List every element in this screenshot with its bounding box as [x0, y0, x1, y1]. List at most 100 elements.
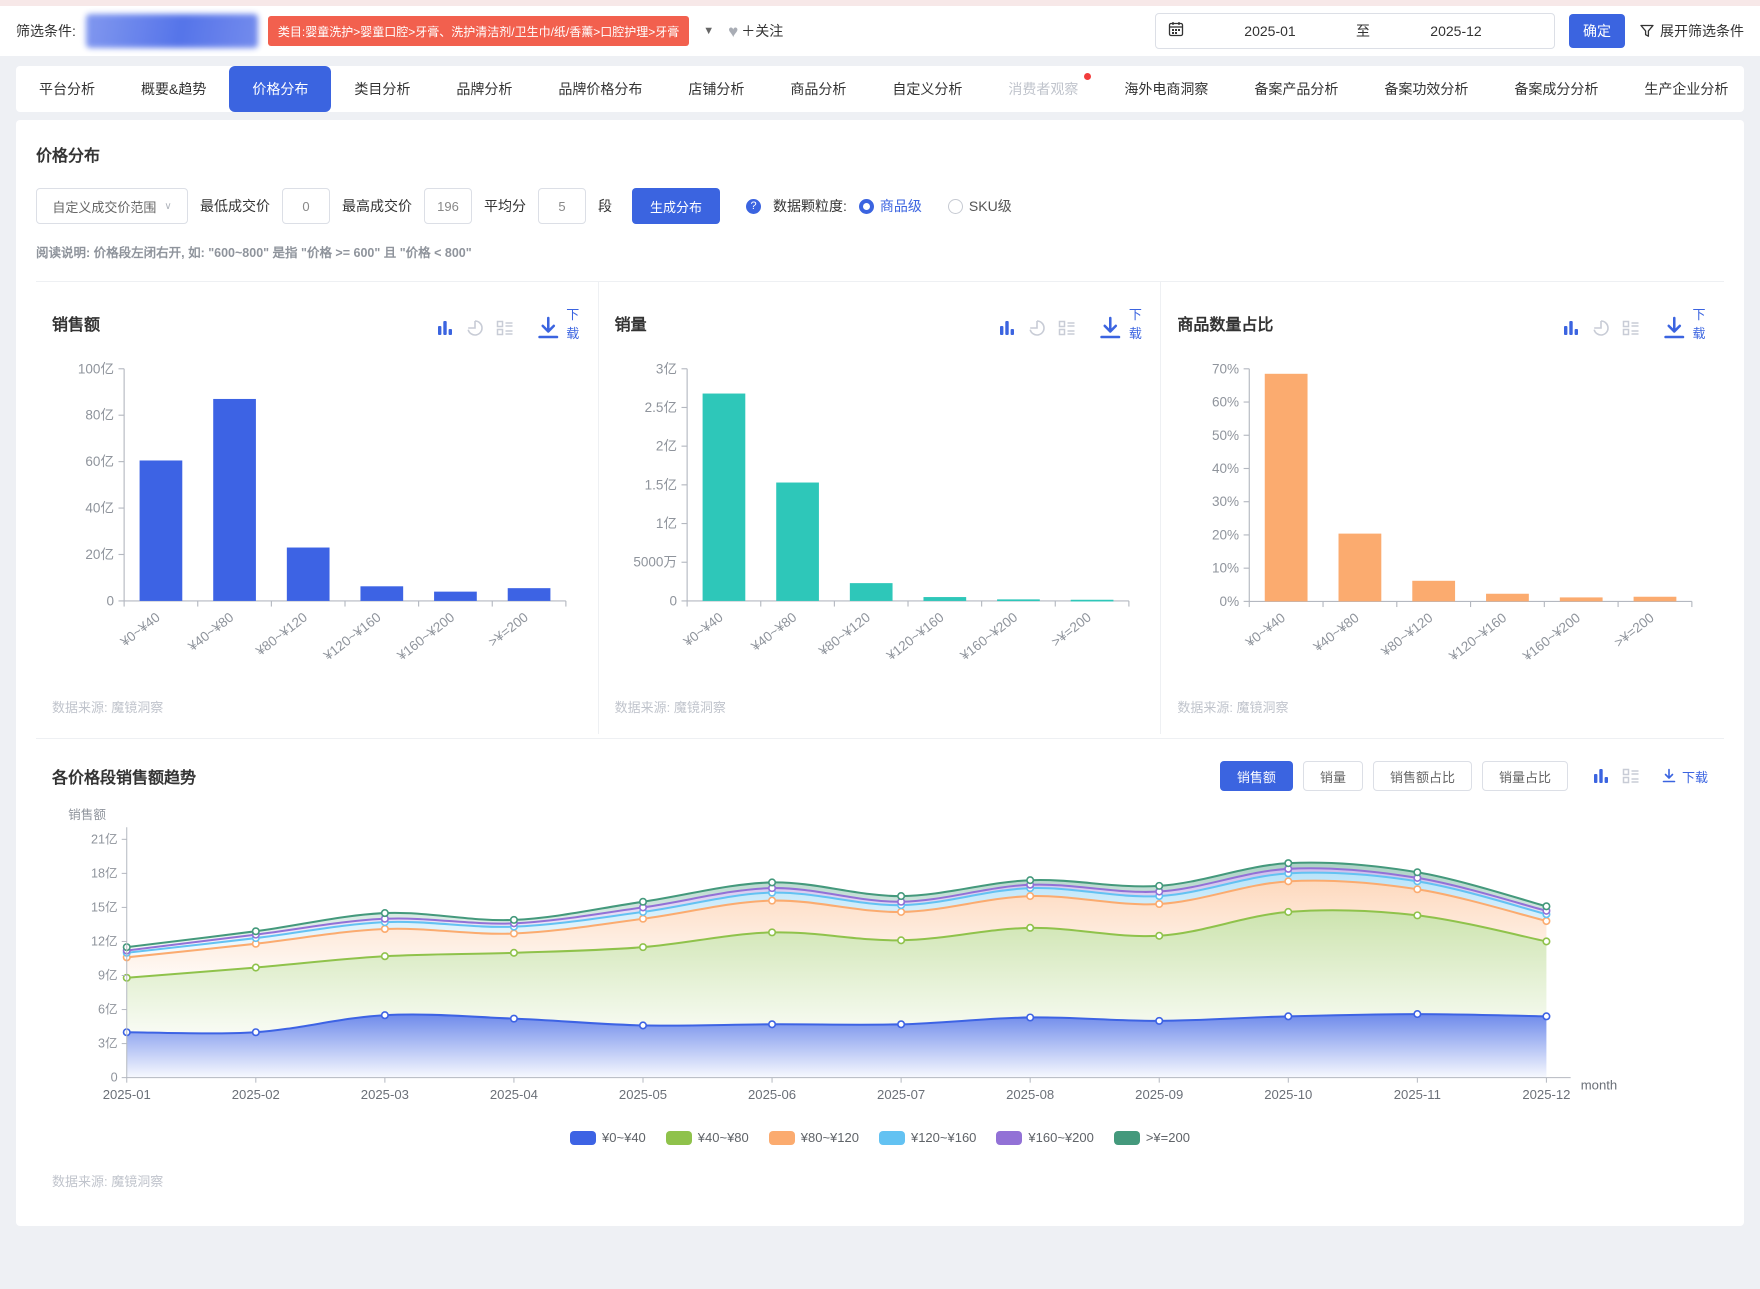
svg-text:80亿: 80亿	[85, 407, 114, 422]
radio-icon	[947, 198, 963, 214]
svg-text:0: 0	[111, 1071, 118, 1085]
bar-chart-icon[interactable]	[436, 309, 454, 337]
svg-text:100亿: 100亿	[78, 361, 114, 376]
tab-3[interactable]: 类目分析	[331, 66, 433, 112]
svg-text:6亿: 6亿	[98, 1003, 118, 1017]
legend-item-3[interactable]: ¥120~¥160	[878, 1130, 976, 1145]
legend-swatch	[570, 1130, 597, 1145]
price-range-select[interactable]: 自定义成交价范围	[36, 188, 188, 224]
segments-input[interactable]	[538, 188, 586, 224]
tab-1[interactable]: 概要&趋势	[118, 66, 229, 112]
date-range-picker[interactable]: 至	[1155, 13, 1555, 49]
follow-label: ＋关注	[741, 23, 784, 39]
svg-text:40%: 40%	[1212, 461, 1239, 476]
date-start-field[interactable]	[1184, 23, 1356, 39]
svg-text:0: 0	[106, 593, 114, 608]
keyword-input-blurred[interactable]	[85, 14, 258, 48]
sales-amount-panel: 销售额 下载 0 20亿 40亿 60亿 80亿 100亿 ¥0~¥40 ¥40~¥80 ¥80…	[36, 282, 599, 735]
segments-unit-label: 段	[598, 198, 612, 214]
download-button[interactable]: 下载	[1096, 304, 1144, 343]
sales-volume-panel: 销量 下载 0 5000万 1亿 1.5亿 2亿 2.5亿 3亿 ¥0~¥40 ¥40~¥80 ¥…	[599, 282, 1162, 735]
trend-metric-button-2[interactable]: 销售额占比	[1372, 761, 1472, 792]
notification-dot	[1084, 73, 1092, 80]
svg-text:¥0~¥40: ¥0~¥40	[117, 609, 163, 649]
datasource-label: 数据来源: 魔镜洞察	[52, 1174, 164, 1190]
svg-text:¥120~¥160: ¥120~¥160	[320, 609, 384, 663]
chevron-down-icon	[164, 201, 171, 212]
product-count-share-bar-chart: 0% 10% 20% 30% 40% 50% 60% 70% ¥0~¥40 ¥40~¥80 ¥80~…	[1212, 361, 1693, 664]
price-range-select-value: 自定义成交价范围	[52, 199, 157, 215]
max-price-input[interactable]	[424, 188, 472, 224]
trend-metric-button-3[interactable]: 销量占比	[1481, 761, 1568, 792]
tab-12[interactable]: 备案功效分析	[1361, 66, 1491, 112]
svg-text:2025-03: 2025-03	[361, 1087, 409, 1102]
legend-item-5[interactable]: >¥=200	[1113, 1130, 1190, 1145]
follow-button[interactable]: ＋关注	[728, 21, 783, 41]
pie-chart-icon[interactable]	[466, 309, 484, 337]
svg-text:2.5亿: 2.5亿	[644, 400, 676, 415]
legend-swatch	[878, 1130, 905, 1145]
trend-metric-button-1[interactable]: 销量	[1302, 761, 1363, 792]
legend-item-4[interactable]: ¥160~¥200	[996, 1130, 1094, 1145]
chevron-down-icon[interactable]	[699, 25, 718, 37]
download-button[interactable]: 下载	[534, 304, 582, 343]
reading-note: 阅读说明: 价格段左闭右开, 如: "600~800" 是指 "价格 >= 60…	[36, 246, 472, 260]
legend-item-1[interactable]: ¥40~¥80	[665, 1130, 749, 1145]
confirm-button[interactable]: 确定	[1569, 14, 1625, 48]
help-icon[interactable]	[746, 198, 762, 214]
tab-13[interactable]: 备案成分分析	[1491, 66, 1621, 112]
tab-10[interactable]: 海外电商洞察	[1101, 66, 1231, 112]
tab-7[interactable]: 商品分析	[767, 66, 869, 112]
datasource-label: 数据来源: 魔镜洞察	[614, 699, 726, 715]
tab-0[interactable]: 平台分析	[16, 66, 118, 112]
topbar-right: 至 确定 展开筛选条件	[1155, 13, 1744, 49]
granularity-radio-1[interactable]: SKU级	[947, 196, 1012, 216]
table-view-icon[interactable]	[1622, 309, 1640, 337]
generate-distribution-button[interactable]: 生成分布	[632, 188, 721, 224]
svg-text:2025-05: 2025-05	[619, 1087, 667, 1102]
bar-chart-icon[interactable]	[1592, 767, 1610, 785]
date-end-field[interactable]	[1370, 23, 1542, 39]
table-view-icon[interactable]	[1058, 309, 1076, 337]
svg-text:¥40~¥80: ¥40~¥80	[1310, 610, 1362, 655]
pie-chart-icon[interactable]	[1028, 309, 1046, 337]
granularity-radio-0[interactable]: 商品级	[858, 196, 922, 216]
tab-14[interactable]: 生产企业分析	[1621, 66, 1744, 112]
svg-text:5000万: 5000万	[633, 554, 677, 569]
pie-chart-icon[interactable]	[1592, 309, 1610, 337]
svg-text:>¥=200: >¥=200	[1612, 610, 1657, 650]
legend-item-2[interactable]: ¥80~¥120	[768, 1130, 859, 1145]
category-filter-tag[interactable]: 类目:婴童洗护>婴童口腔>牙膏、洗护清洁剂/卫生巾/纸/香薰>口腔护理>牙膏	[267, 16, 690, 46]
tab-11[interactable]: 备案产品分析	[1231, 66, 1361, 112]
min-price-input[interactable]	[282, 188, 330, 224]
download-button[interactable]: 下载	[1660, 304, 1708, 343]
page: 筛选条件: 类目:婴童洗护>婴童口腔>牙膏、洗护清洁剂/卫生巾/纸/香薰>口腔护…	[0, 0, 1760, 1289]
svg-text:¥80~¥120: ¥80~¥120	[1378, 610, 1436, 660]
svg-text:30%: 30%	[1212, 494, 1239, 509]
tab-5[interactable]: 品牌价格分布	[535, 66, 665, 112]
price-segment-trend-area-chart: 0 3亿 6亿 9亿 12亿 15亿 18亿 21亿 2025-01 2025-02 2025-03…	[68, 807, 1617, 1102]
svg-text:10%: 10%	[1212, 560, 1239, 575]
table-view-icon[interactable]	[496, 309, 514, 337]
svg-text:20亿: 20亿	[85, 547, 114, 562]
avg-split-label: 平均分	[484, 198, 526, 214]
table-view-icon[interactable]	[1622, 767, 1640, 785]
tab-8[interactable]: 自定义分析	[869, 66, 985, 112]
tab-9[interactable]: 消费者观察	[985, 66, 1101, 112]
tab-6[interactable]: 店铺分析	[665, 66, 767, 112]
bar-chart-icon[interactable]	[1562, 309, 1580, 337]
expand-filters-button[interactable]: 展开筛选条件	[1639, 21, 1744, 41]
svg-text:3亿: 3亿	[98, 1037, 118, 1051]
bar-chart-icon[interactable]	[998, 309, 1016, 337]
svg-text:21亿: 21亿	[91, 833, 118, 847]
tab-4[interactable]: 品牌分析	[433, 66, 535, 112]
heart-icon	[728, 23, 738, 40]
svg-text:2025-01: 2025-01	[103, 1087, 151, 1102]
download-button[interactable]: 下载	[1660, 767, 1708, 786]
expand-filters-label: 展开筛选条件	[1660, 23, 1744, 39]
legend-item-0[interactable]: ¥0~¥40	[570, 1130, 646, 1145]
sales-volume-title: 销量	[614, 317, 647, 335]
trend-metric-button-0[interactable]: 销售额	[1219, 761, 1293, 792]
price-controls: 自定义成交价范围 最低成交价 最高成交价 平均分 段 生成分布 数据颗粒度: 商…	[36, 188, 1724, 224]
tab-2[interactable]: 价格分布	[229, 66, 332, 112]
